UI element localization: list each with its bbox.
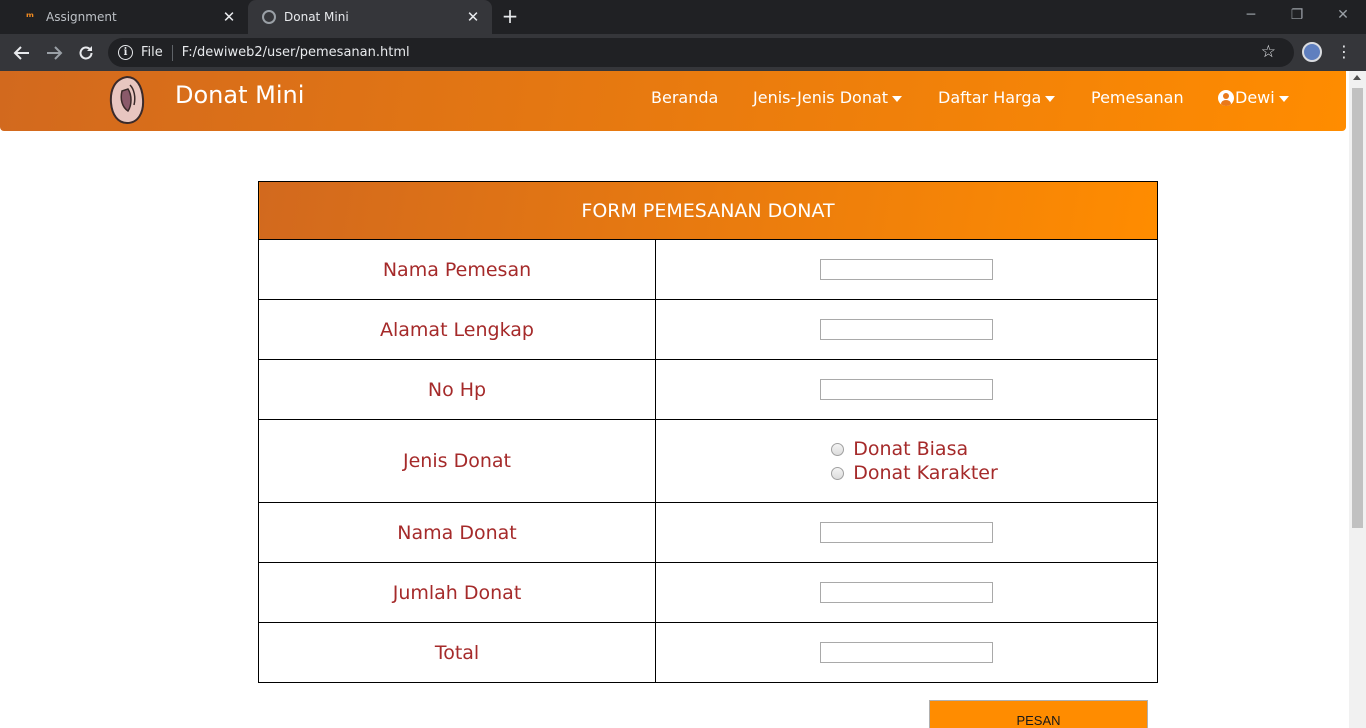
forward-arrow-icon[interactable] — [40, 39, 68, 67]
field-cell — [655, 299, 1158, 360]
reload-icon[interactable] — [72, 39, 100, 67]
field-cell: Donat Biasa Donat Karakter — [655, 419, 1158, 503]
radio-label: Donat Karakter — [853, 462, 998, 484]
radio-option-donat-biasa[interactable]: Donat Biasa — [831, 437, 998, 461]
field-cell — [655, 239, 1158, 300]
caret-down-icon — [1045, 95, 1056, 102]
field-label: Alamat Lengkap — [258, 299, 656, 360]
table-row: Alamat Lengkap — [258, 299, 1158, 360]
nama-pemesan-input[interactable] — [820, 259, 993, 280]
scroll-thumb[interactable] — [1352, 88, 1363, 528]
browser-tab-strip: ᵐ Assignment ✕ Donat Mini ✕ + ─ ❐ ✕ — [0, 0, 1366, 34]
pesan-button[interactable]: PESAN — [929, 700, 1148, 728]
nama-donat-input[interactable] — [820, 522, 993, 543]
scrollbar[interactable] — [1349, 71, 1366, 728]
jumlah-donat-input[interactable] — [820, 582, 993, 603]
nav-item-beranda[interactable]: Beranda — [651, 88, 718, 107]
window-close-icon[interactable]: ✕ — [1320, 0, 1366, 30]
order-form-table: FORM PEMESANAN DONAT Nama Pemesan Alamat… — [258, 181, 1158, 683]
nav-item-daftar-harga[interactable]: Daftar Harga — [938, 88, 1056, 107]
nav-item-jenis-donat[interactable]: Jenis-Jenis Donat — [753, 88, 903, 107]
radio-button[interactable] — [831, 466, 845, 480]
tab-assignment[interactable]: ᵐ Assignment ✕ — [8, 0, 248, 34]
total-input[interactable] — [820, 642, 993, 663]
user-circle-icon — [1218, 89, 1234, 106]
scroll-up-arrow-icon[interactable] — [1353, 75, 1361, 80]
field-label: Jenis Donat — [258, 419, 656, 503]
tab-title: Assignment — [46, 10, 117, 24]
donut-logo-icon — [109, 75, 145, 125]
caret-down-icon — [892, 95, 903, 102]
table-row: No Hp — [258, 359, 1158, 420]
field-label: Nama Donat — [258, 502, 656, 563]
table-row: Nama Donat — [258, 502, 1158, 563]
table-row: Jumlah Donat — [258, 562, 1158, 623]
alamat-lengkap-input[interactable] — [820, 319, 993, 340]
nav-item-label: Jenis-Jenis Donat — [753, 88, 889, 107]
m-logo-icon: ᵐ — [26, 10, 34, 24]
brand-title[interactable]: Donat Mini — [175, 81, 304, 109]
url-text: F:/dewiweb2/user/pemesanan.html — [181, 45, 410, 60]
radio-option-donat-karakter[interactable]: Donat Karakter — [831, 461, 998, 485]
back-arrow-icon[interactable] — [8, 39, 36, 67]
radio-label: Donat Biasa — [853, 438, 969, 460]
minimize-icon[interactable]: ─ — [1228, 0, 1274, 30]
globe-icon — [262, 10, 276, 24]
nav-item-label: Pemesanan — [1091, 88, 1184, 107]
tab-donat-mini[interactable]: Donat Mini ✕ — [248, 0, 492, 34]
divider — [171, 44, 173, 61]
url-scheme: File — [141, 45, 163, 60]
bookmark-star-icon[interactable]: ☆ — [1261, 42, 1276, 62]
no-hp-input[interactable] — [820, 379, 993, 400]
field-label: Jumlah Donat — [258, 562, 656, 623]
jenis-donat-radio-group: Donat Biasa Donat Karakter — [831, 437, 998, 485]
field-cell — [655, 359, 1158, 420]
field-cell — [655, 562, 1158, 623]
table-row: Total — [258, 622, 1158, 683]
info-icon[interactable]: i — [118, 45, 133, 60]
nav-item-user[interactable]: Dewi — [1218, 88, 1289, 107]
table-row: Jenis Donat Donat Biasa Donat Karakter — [258, 419, 1158, 503]
field-label: Nama Pemesan — [258, 239, 656, 300]
caret-down-icon — [1278, 95, 1289, 102]
site-navbar: Donat Mini Beranda Jenis-Jenis Donat Daf… — [0, 71, 1346, 131]
browser-toolbar: i File F:/dewiweb2/user/pemesanan.html ☆… — [0, 34, 1366, 71]
restore-icon[interactable]: ❐ — [1274, 0, 1320, 30]
field-label: Total — [258, 622, 656, 683]
close-icon[interactable]: ✕ — [220, 8, 238, 26]
new-tab-icon[interactable]: + — [498, 4, 522, 28]
field-label: No Hp — [258, 359, 656, 420]
field-cell — [655, 502, 1158, 563]
field-cell — [655, 622, 1158, 683]
nav-item-pemesanan[interactable]: Pemesanan — [1091, 88, 1184, 107]
form-title: FORM PEMESANAN DONAT — [258, 181, 1158, 240]
menu-kebab-icon[interactable]: ⋮ — [1336, 41, 1352, 63]
nav-item-label: Beranda — [651, 88, 719, 107]
radio-button[interactable] — [831, 442, 845, 456]
tab-title: Donat Mini — [284, 10, 349, 24]
nav-item-label: Daftar Harga — [938, 88, 1042, 107]
table-row: Nama Pemesan — [258, 239, 1158, 300]
close-icon[interactable]: ✕ — [464, 8, 482, 26]
page-viewport: Donat Mini Beranda Jenis-Jenis Donat Daf… — [0, 71, 1366, 728]
address-bar[interactable]: i File F:/dewiweb2/user/pemesanan.html ☆ — [108, 38, 1294, 67]
nav-item-label: Dewi — [1235, 88, 1275, 107]
profile-avatar[interactable] — [1302, 42, 1322, 62]
